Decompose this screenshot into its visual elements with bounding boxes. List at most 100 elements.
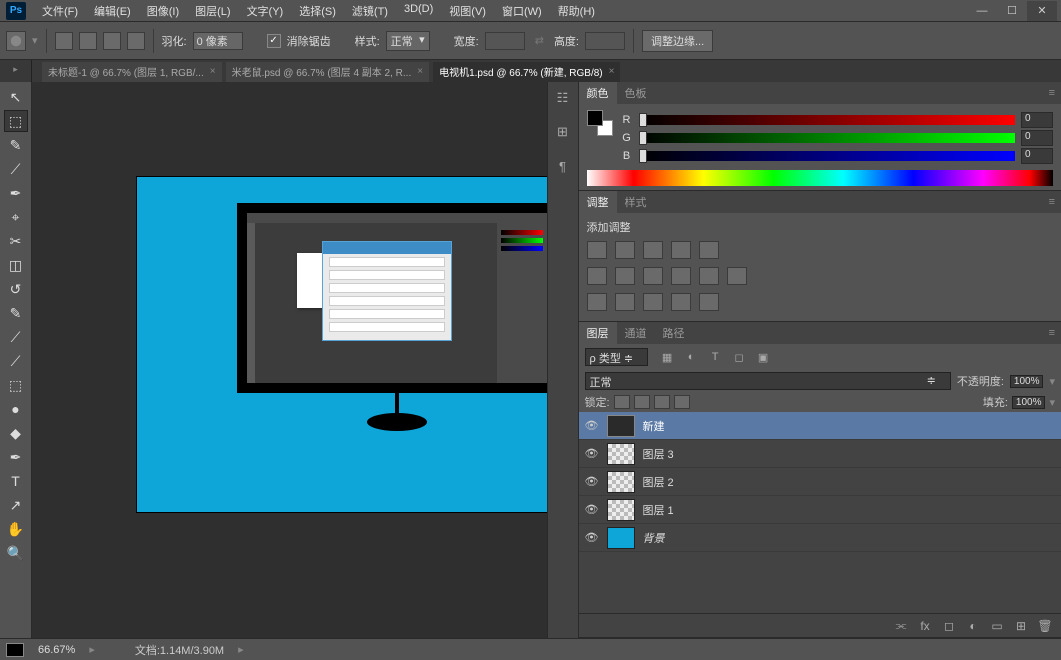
bw-adj-icon[interactable] (643, 267, 663, 285)
menu-窗口(W)[interactable]: 窗口(W) (494, 3, 550, 19)
menu-视图(V)[interactable]: 视图(V) (441, 3, 494, 19)
tab-channels[interactable]: 通道 (617, 322, 655, 344)
curves-adj-icon[interactable] (643, 241, 663, 259)
menu-图像(I)[interactable]: 图像(I) (139, 3, 187, 19)
delete-layer-icon[interactable]: 🗑 (1037, 619, 1053, 633)
b-slider[interactable] (639, 151, 1016, 161)
layer-visibility-icon[interactable]: 👁 (585, 531, 599, 545)
layer-row[interactable]: 👁 图层 3 (579, 440, 1061, 468)
tool-18[interactable]: ✋ (4, 518, 28, 540)
history-panel-icon[interactable]: ☷ (553, 88, 573, 108)
gradientmap-adj-icon[interactable] (671, 293, 691, 311)
lock-transparent-icon[interactable] (614, 395, 630, 409)
menu-3D(D)[interactable]: 3D(D) (396, 3, 441, 19)
g-slider[interactable] (639, 133, 1016, 143)
colorbalance-adj-icon[interactable] (615, 267, 635, 285)
colorlookup-adj-icon[interactable] (727, 267, 747, 285)
tool-7[interactable]: ◫ (4, 254, 28, 276)
tool-13[interactable]: ● (4, 398, 28, 420)
lock-all-icon[interactable] (674, 395, 690, 409)
canvas-area[interactable] (32, 82, 547, 638)
tool-3[interactable]: ⟋ (4, 158, 28, 180)
layer-visibility-icon[interactable]: 👁 (585, 475, 599, 489)
r-slider[interactable] (639, 115, 1016, 125)
layer-thumbnail[interactable] (607, 415, 635, 437)
character-panel-icon[interactable]: ¶ (553, 156, 573, 176)
intersect-selection-icon[interactable] (127, 32, 145, 50)
new-fill-adj-icon[interactable]: ◐ (965, 619, 981, 633)
layer-name[interactable]: 背景 (643, 530, 665, 546)
tool-6[interactable]: ✂ (4, 230, 28, 252)
zoom-value[interactable]: 66.67% (34, 644, 79, 656)
color-panel-menu[interactable]: ≡ (1043, 87, 1061, 99)
layer-row[interactable]: 👁 背景 (579, 524, 1061, 552)
color-spectrum[interactable] (587, 170, 1054, 186)
layer-name[interactable]: 图层 1 (643, 502, 674, 518)
blend-mode-select[interactable]: 正常 ≑ (585, 372, 951, 390)
tool-17[interactable]: ↗ (4, 494, 28, 516)
menu-滤镜(T)[interactable]: 滤镜(T) (344, 3, 396, 19)
layer-filter-type[interactable]: ρ 类型 ≑ (585, 348, 649, 366)
tool-15[interactable]: ✒ (4, 446, 28, 468)
layer-thumbnail[interactable] (607, 471, 635, 493)
zoom-dropdown-icon[interactable]: ▸ (89, 643, 95, 656)
tool-10[interactable]: ⟋ (4, 326, 28, 348)
fill-value[interactable]: 100% (1012, 396, 1046, 409)
new-group-icon[interactable]: ▭ (989, 619, 1005, 633)
layer-thumbnail[interactable] (607, 443, 635, 465)
new-layer-icon[interactable]: ⊞ (1013, 619, 1029, 633)
layer-name[interactable]: 新建 (643, 418, 665, 434)
subtract-selection-icon[interactable] (103, 32, 121, 50)
layer-name[interactable]: 图层 3 (643, 446, 674, 462)
opacity-value[interactable]: 100% (1010, 375, 1044, 388)
tool-19[interactable]: 🔍 (4, 542, 28, 564)
close-tab-icon[interactable]: × (609, 66, 615, 77)
layer-name[interactable]: 图层 2 (643, 474, 674, 490)
close-tab-icon[interactable]: × (417, 66, 423, 77)
layer-visibility-icon[interactable]: 👁 (585, 447, 599, 461)
menu-帮助(H)[interactable]: 帮助(H) (550, 3, 603, 19)
tool-2[interactable]: ✎ (4, 134, 28, 156)
tab-layers[interactable]: 图层 (579, 322, 617, 344)
filter-smart-icon[interactable]: ▣ (754, 349, 772, 365)
tab-adjustments[interactable]: 调整 (579, 191, 617, 213)
link-layers-icon[interactable]: ⫘ (893, 619, 909, 633)
filter-shape-icon[interactable]: ◻ (730, 349, 748, 365)
tool-9[interactable]: ✎ (4, 302, 28, 324)
close-button[interactable]: ✕ (1027, 1, 1057, 21)
adj-panel-menu[interactable]: ≡ (1043, 196, 1061, 208)
layer-row[interactable]: 👁 图层 2 (579, 468, 1061, 496)
r-value[interactable]: 0 (1021, 112, 1053, 128)
tool-11[interactable]: ⟋ (4, 350, 28, 372)
lock-pixels-icon[interactable] (634, 395, 650, 409)
maximize-button[interactable]: ☐ (997, 1, 1027, 21)
doc-tab[interactable]: 米老鼠.psd @ 66.7% (图层 4 副本 2, R...× (226, 62, 430, 82)
style-select[interactable]: 正常 ▾ (386, 31, 430, 51)
marquee-tool-preset[interactable] (6, 31, 26, 51)
doc-info[interactable]: 文档:1.14M/3.90M (135, 642, 224, 658)
selective-adj-icon[interactable] (699, 293, 719, 311)
doc-tab[interactable]: 未标题-1 @ 66.7% (图层 1, RGB/...× (42, 62, 222, 82)
threshold-adj-icon[interactable] (643, 293, 663, 311)
posterize-adj-icon[interactable] (615, 293, 635, 311)
layers-panel-menu[interactable]: ≡ (1043, 327, 1061, 339)
b-value[interactable]: 0 (1021, 148, 1053, 164)
menu-编辑(E)[interactable]: 编辑(E) (86, 3, 139, 19)
tool-14[interactable]: ◆ (4, 422, 28, 444)
layer-visibility-icon[interactable]: 👁 (585, 419, 599, 433)
layer-row[interactable]: 👁图层 1 (579, 496, 1061, 524)
tab-color[interactable]: 颜色 (579, 82, 617, 104)
menu-文件(F)[interactable]: 文件(F) (34, 3, 86, 19)
tab-styles[interactable]: 样式 (617, 191, 655, 213)
tab-paths[interactable]: 路径 (655, 322, 693, 344)
menu-文字(Y)[interactable]: 文字(Y) (239, 3, 292, 19)
hue-adj-icon[interactable] (587, 267, 607, 285)
channelmixer-adj-icon[interactable] (699, 267, 719, 285)
filter-pixel-icon[interactable]: ▦ (658, 349, 676, 365)
tool-12[interactable]: ⬚ (4, 374, 28, 396)
tool-8[interactable]: ↺ (4, 278, 28, 300)
layer-row[interactable]: 👁 新建 (579, 412, 1061, 440)
minimize-button[interactable]: — (967, 1, 997, 21)
invert-adj-icon[interactable] (587, 293, 607, 311)
feather-input[interactable] (193, 32, 243, 50)
